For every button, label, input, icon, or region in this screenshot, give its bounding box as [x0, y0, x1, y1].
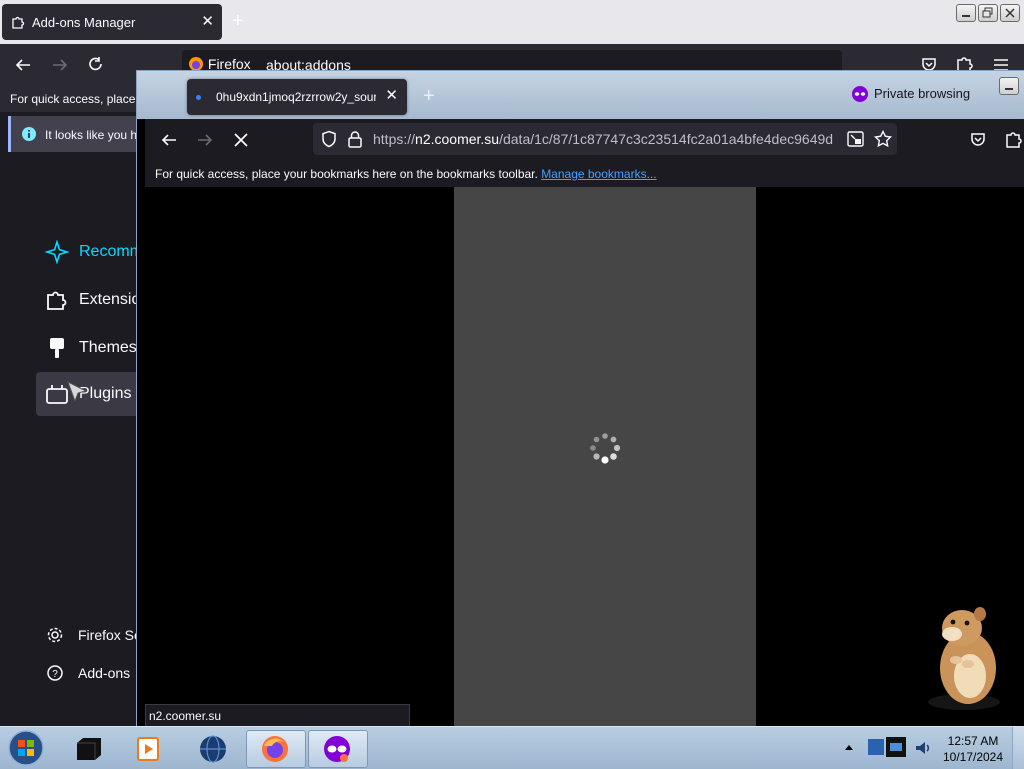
extensions-icon[interactable]	[1005, 130, 1023, 148]
status-text: n2.coomer.su	[149, 709, 222, 723]
puzzle-icon	[45, 288, 69, 312]
notice-text: It looks like you h	[45, 128, 138, 142]
svg-text:?: ?	[52, 669, 58, 680]
info-icon	[21, 126, 37, 142]
bookmark-star-icon[interactable]	[874, 130, 892, 148]
help-icon: ?	[46, 664, 64, 682]
category-themes[interactable]: Themes	[36, 326, 146, 370]
taskbar-firefox[interactable]	[246, 730, 306, 768]
pocket-icon[interactable]	[969, 131, 987, 149]
network-icon[interactable]	[866, 735, 910, 761]
media-player-icon	[134, 735, 164, 763]
tab-image-source[interactable]: 0hu9xdn1jmoq2rzrrow2y_source ✕	[187, 79, 407, 115]
url-host: n2.coomer.su	[415, 131, 500, 147]
restore-button[interactable]	[978, 4, 998, 22]
category-label: Recomm	[79, 243, 144, 260]
forward-arrow-icon[interactable]	[51, 56, 69, 74]
gear-icon	[46, 626, 64, 644]
category-extensions[interactable]: Extensio	[36, 278, 146, 322]
close-tab-button[interactable]: ✕	[385, 86, 398, 104]
page-content: n2.coomer.su	[145, 187, 1024, 727]
category-label: Themes	[79, 339, 137, 356]
minimize-button[interactable]	[956, 4, 976, 22]
tab-add-ons-manager[interactable]: Add-ons Manager ✕	[2, 4, 222, 40]
bookmarks-hint: For quick access, place y	[10, 92, 145, 106]
front-address-bar[interactable]: https://n2.coomer.su/data/1c/87/1c87747c…	[313, 123, 897, 155]
close-window-button[interactable]	[1000, 4, 1020, 22]
stop-loading-icon[interactable]	[232, 131, 250, 149]
taskbar-media-player[interactable]	[120, 730, 178, 766]
manage-bookmarks-link[interactable]: Manage bookmarks...	[541, 167, 656, 181]
firefox-icon	[260, 734, 290, 764]
taskbar-terminal[interactable]	[60, 730, 118, 766]
show-hidden-icons-icon[interactable]	[843, 742, 855, 752]
category-recommendations[interactable]: Recomm	[36, 230, 146, 274]
picture-in-picture-icon[interactable]	[847, 131, 864, 147]
mouse-cursor-icon	[66, 380, 90, 406]
private-browsing-icon	[322, 734, 352, 764]
front-bookmarks-toolbar: For quick access, place your bookmarks h…	[145, 161, 1024, 187]
bookmarks-hint-text: For quick access, place your bookmarks h…	[155, 167, 542, 181]
private-browsing-label: Private browsing	[874, 86, 971, 101]
url-prefix: https://	[373, 131, 416, 147]
lock-icon[interactable]	[347, 130, 363, 148]
puzzle-icon	[11, 15, 25, 29]
status-panel: n2.coomer.su	[145, 704, 410, 727]
tab-title: Add-ons Manager	[32, 15, 136, 30]
footer-label: Firefox Se	[78, 627, 142, 643]
loading-spinner-icon	[585, 428, 625, 468]
clock-time: 12:57 AM	[947, 734, 999, 748]
category-label: Extensio	[79, 291, 141, 308]
category-plugins[interactable]: Plugins	[36, 372, 146, 416]
volume-icon[interactable]	[914, 739, 932, 757]
new-tab-button[interactable]: +	[232, 10, 244, 33]
back-arrow-icon[interactable]	[160, 131, 178, 149]
show-desktop-button[interactable]	[1012, 727, 1024, 769]
start-orb-icon[interactable]	[6, 729, 46, 767]
front-url-text: https://n2.coomer.su/data/1c/87/1c87747c…	[373, 131, 833, 147]
globe-icon	[198, 734, 228, 764]
url-path: /data/1c/87/1c87747c3c23514fc2a01a4bfe4d…	[499, 131, 833, 147]
tab-title: 0hu9xdn1jmoq2rzrrow2y_source	[216, 90, 376, 104]
private-browser-window: 0hu9xdn1jmoq2rzrrow2y_source ✕ + Private…	[136, 70, 1024, 727]
close-tab-button[interactable]: ✕	[201, 12, 214, 30]
clock-date: 10/17/2024	[942, 750, 1004, 764]
taskbar-private-browsing[interactable]	[308, 730, 368, 768]
forward-arrow-icon[interactable]	[196, 131, 214, 149]
loading-indicator-icon	[196, 95, 201, 100]
terminal-icon	[74, 735, 104, 763]
system-clock[interactable]: 12:57 AM 10/17/2024	[938, 733, 1008, 765]
back-arrow-icon[interactable]	[14, 56, 32, 74]
taskbar: 12:57 AM 10/17/2024	[0, 726, 1024, 769]
private-mask-icon	[851, 85, 869, 103]
hamster-desktop-gadget-icon[interactable]	[922, 602, 1006, 712]
new-tab-button[interactable]: +	[423, 85, 435, 108]
image-placeholder	[454, 187, 756, 727]
shield-icon[interactable]	[320, 130, 338, 148]
sparkle-icon	[45, 240, 69, 264]
front-tab-strip: 0hu9xdn1jmoq2rzrrow2y_source ✕ + Private…	[137, 71, 1024, 119]
back-tab-strip: Add-ons Manager ✕ +	[0, 0, 1024, 44]
taskbar-browser-globe[interactable]	[184, 730, 242, 766]
footer-label: Add-ons	[78, 665, 131, 681]
minimize-button[interactable]	[999, 77, 1019, 95]
reload-icon[interactable]	[87, 56, 105, 74]
brush-icon	[45, 336, 69, 360]
bookmarks-hint: For quick access, place your bookmarks h…	[155, 167, 657, 181]
